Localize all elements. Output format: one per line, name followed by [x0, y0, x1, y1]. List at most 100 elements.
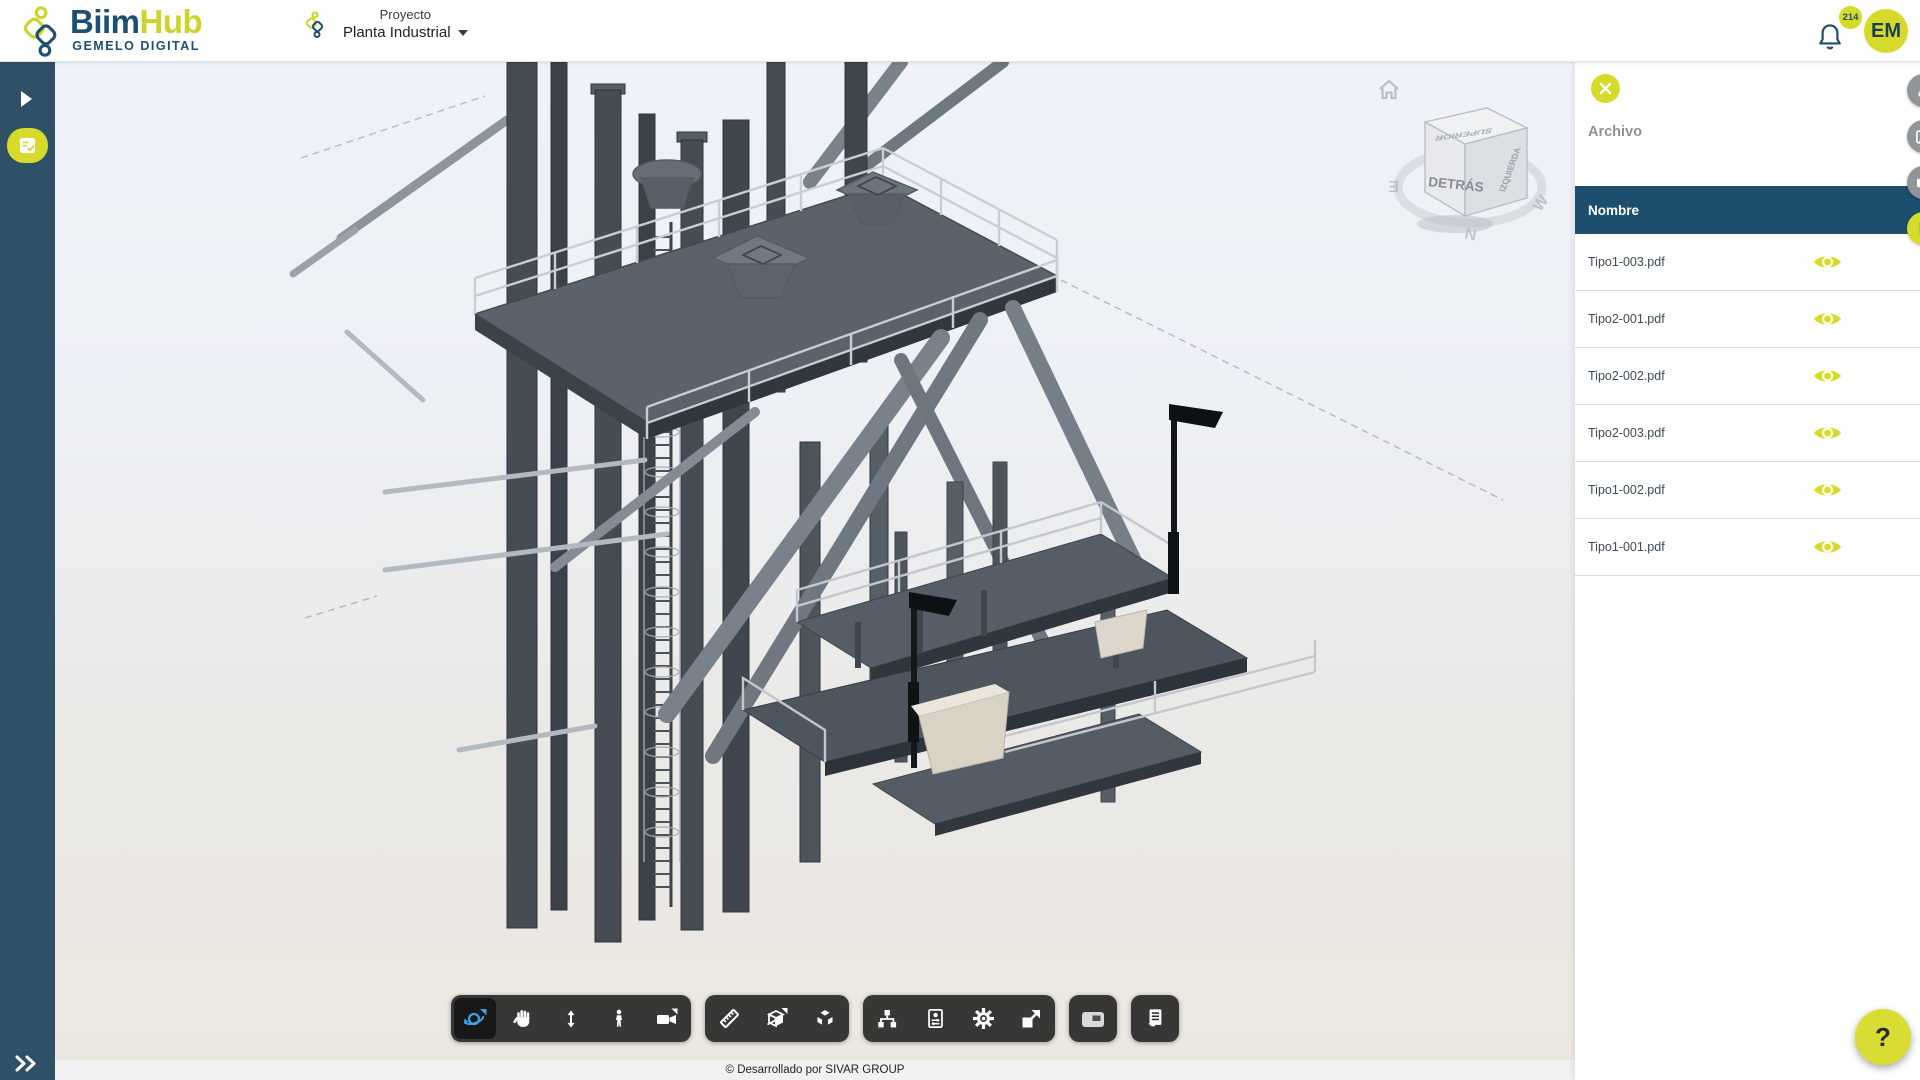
- toolbar-group-model-tools: [705, 995, 849, 1042]
- measure-tool[interactable]: [705, 995, 753, 1042]
- tree-view-button[interactable]: [1907, 74, 1920, 107]
- file-name: Tipo1-001.pdf: [1588, 540, 1665, 554]
- eye-icon: [1812, 537, 1843, 557]
- orbit-icon: [463, 1007, 487, 1031]
- file-name: Tipo2-001.pdf: [1588, 312, 1665, 326]
- expand-arrow-icon[interactable]: [19, 90, 33, 108]
- camera-icon: [655, 1007, 679, 1031]
- zoom-icon: [562, 1008, 580, 1030]
- model-browser-button[interactable]: [863, 995, 911, 1042]
- section-icon: [765, 1007, 789, 1031]
- model-3d-industrial-tower[interactable]: [55, 62, 1575, 1060]
- file-row[interactable]: Tipo1-002.pdf: [1575, 462, 1920, 519]
- project-name: Planta Industrial: [343, 24, 451, 43]
- file-row[interactable]: Tipo2-003.pdf: [1575, 405, 1920, 462]
- zoom-tool[interactable]: [547, 995, 595, 1042]
- minimap-icon: [1080, 1008, 1106, 1030]
- tree-mini-icon: [1917, 83, 1920, 98]
- panel-edge-buttons: [1907, 74, 1920, 245]
- sidebar-item-checklist[interactable]: [7, 128, 48, 163]
- pan-tool[interactable]: [499, 995, 547, 1042]
- first-person-icon: [610, 1007, 628, 1030]
- camera-tool[interactable]: [643, 995, 691, 1042]
- viewer-toolbar: [55, 995, 1575, 1042]
- toolbar-group-documents: [1131, 995, 1179, 1042]
- file-list: Tipo1-003.pdf Tipo2-001.pdf Tipo2-002.pd…: [1575, 234, 1920, 576]
- checklist-icon: [18, 136, 37, 155]
- eye-icon: [1812, 366, 1843, 386]
- file-name: Tipo2-002.pdf: [1588, 369, 1665, 383]
- fullscreen-button[interactable]: [1007, 995, 1055, 1042]
- fullscreen-icon: [1020, 1008, 1042, 1030]
- archivo-panel: Archivo Nombre Tipo1-003.pdf Tipo2-001.p…: [1575, 62, 1920, 1080]
- brand-name: BiimHub: [70, 5, 202, 38]
- close-icon: [1599, 82, 1612, 95]
- eye-icon: [1812, 252, 1843, 272]
- brand-logo-icon: [20, 5, 66, 59]
- file-row[interactable]: Tipo1-001.pdf: [1575, 519, 1920, 576]
- viewer-canvas[interactable]: E N W SUPERIOR DETRÁS IZQUIERDA: [55, 62, 1575, 1060]
- explode-icon: [814, 1008, 836, 1030]
- report-icon: [1145, 1007, 1165, 1030]
- left-sidebar: [0, 62, 55, 1080]
- file-name: Tipo2-003.pdf: [1588, 426, 1665, 440]
- compass-letter-e[interactable]: E: [1388, 179, 1399, 196]
- video-mini-icon: [1916, 177, 1920, 189]
- section-tool[interactable]: [753, 995, 801, 1042]
- eye-icon: [1812, 423, 1843, 443]
- properties-button[interactable]: [911, 995, 959, 1042]
- file-row[interactable]: Tipo2-001.pdf: [1575, 291, 1920, 348]
- viewcube[interactable]: E N W SUPERIOR DETRÁS IZQUIERDA: [1385, 92, 1560, 267]
- column-header-nombre: Nombre: [1575, 186, 1920, 234]
- biimhub-app: BiimHub GEMELO DIGITAL Proyecto Planta I…: [0, 0, 1920, 1080]
- project-label: Proyecto: [343, 7, 468, 23]
- visibility-eye-button[interactable]: [1812, 366, 1843, 386]
- bell-icon: [1816, 22, 1844, 52]
- file-name: Tipo1-002.pdf: [1588, 483, 1665, 497]
- file-name: Tipo1-003.pdf: [1588, 255, 1665, 269]
- project-selector[interactable]: Proyecto Planta Industrial: [305, 6, 468, 44]
- eye-icon: [1812, 309, 1843, 329]
- visibility-eye-button[interactable]: [1812, 537, 1843, 557]
- images-button[interactable]: [1907, 120, 1920, 153]
- pan-icon: [513, 1008, 534, 1029]
- settings-icon: [972, 1007, 995, 1030]
- model-tree-icon: [876, 1008, 898, 1030]
- toolbar-group-minimap: [1069, 995, 1117, 1042]
- settings-button[interactable]: [959, 995, 1007, 1042]
- collapse-sidebar-button[interactable]: [14, 1055, 40, 1072]
- documents-button[interactable]: [1907, 212, 1920, 245]
- copyright-text: © Desarrollado por SIVAR GROUP: [726, 1064, 905, 1076]
- image-mini-icon: [1916, 130, 1920, 144]
- minimap-button[interactable]: [1069, 995, 1117, 1042]
- project-logo-icon: [305, 6, 327, 44]
- visibility-eye-button[interactable]: [1812, 309, 1843, 329]
- explode-tool[interactable]: [801, 995, 849, 1042]
- brand-subtitle: GEMELO DIGITAL: [70, 40, 202, 53]
- notifications-button[interactable]: 214: [1816, 8, 1850, 54]
- measure-icon: [718, 1007, 741, 1030]
- toolbar-group-panels: [863, 995, 1055, 1042]
- first-person-tool[interactable]: [595, 995, 643, 1042]
- eye-icon: [1812, 480, 1843, 500]
- brand-logo: BiimHub GEMELO DIGITAL: [20, 5, 202, 59]
- toolbar-group-navigation: [451, 995, 691, 1042]
- document-panel-button[interactable]: [1131, 995, 1179, 1042]
- user-avatar[interactable]: EM: [1864, 9, 1908, 53]
- properties-icon: [926, 1007, 945, 1030]
- panel-title: Archivo: [1588, 124, 1642, 140]
- visibility-eye-button[interactable]: [1812, 252, 1843, 272]
- videos-button[interactable]: [1907, 166, 1920, 199]
- footer-bar: © Desarrollado por SIVAR GROUP: [55, 1060, 1575, 1080]
- visibility-eye-button[interactable]: [1812, 480, 1843, 500]
- file-row[interactable]: Tipo2-002.pdf: [1575, 348, 1920, 405]
- visibility-eye-button[interactable]: [1812, 423, 1843, 443]
- orbit-tool[interactable]: [451, 995, 499, 1042]
- compass-letter-w[interactable]: W: [1530, 192, 1553, 215]
- chevron-down-icon: [458, 30, 468, 36]
- close-panel-button[interactable]: [1591, 74, 1620, 103]
- help-button[interactable]: ?: [1855, 1009, 1911, 1065]
- file-row[interactable]: Tipo1-003.pdf: [1575, 234, 1920, 291]
- notification-count-badge: 214: [1839, 6, 1862, 29]
- top-header: BiimHub GEMELO DIGITAL Proyecto Planta I…: [0, 0, 1920, 62]
